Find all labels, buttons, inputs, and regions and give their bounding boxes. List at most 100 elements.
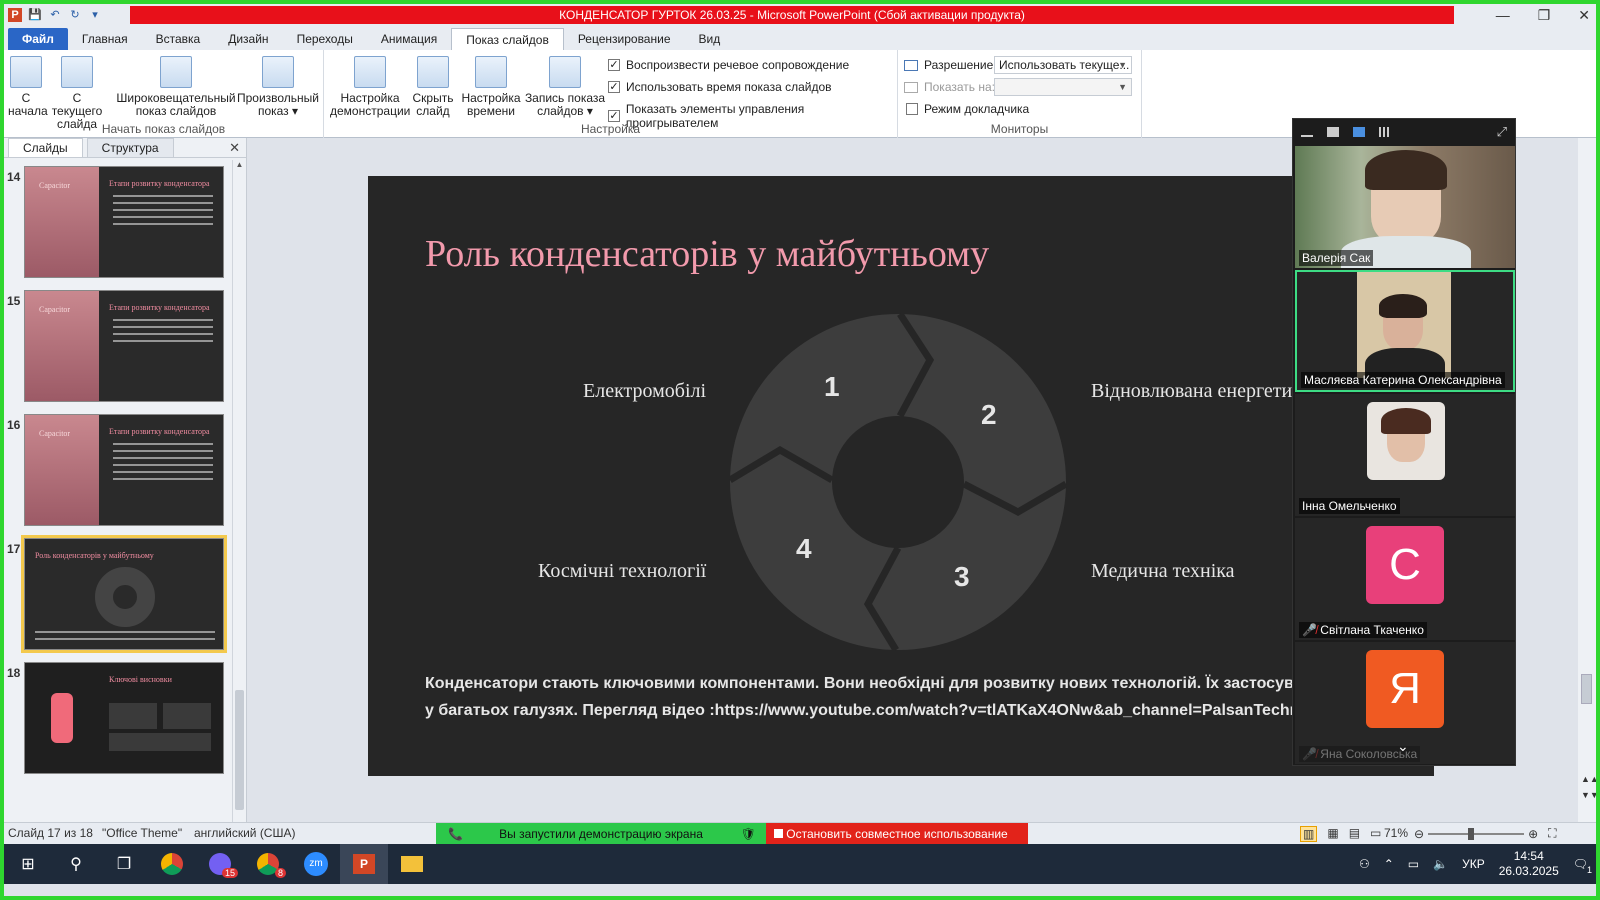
- use-timings-checkbox[interactable]: ✓ Использовать время показа слайдов: [608, 80, 832, 94]
- from-current-button[interactable]: С текущего слайда: [46, 54, 108, 131]
- presenter-view-checkbox[interactable]: Режим докладчика: [906, 102, 1029, 116]
- tab-animation[interactable]: Анимация: [367, 28, 451, 50]
- participant-tile[interactable]: С 🎤̸ Світлана Ткаченко: [1295, 518, 1515, 640]
- from-beginning-button[interactable]: С начала: [8, 54, 48, 118]
- scroll-up-icon[interactable]: ▲: [233, 160, 246, 169]
- chrome-icon[interactable]: [148, 844, 196, 884]
- resolution-value: Использовать текуще...: [999, 58, 1130, 72]
- zoom-slider[interactable]: ⊖ ⊕ ⛶: [1414, 826, 1557, 841]
- zoom-app-icon[interactable]: zm: [292, 844, 340, 884]
- powerpoint-taskbar-icon[interactable]: P: [340, 844, 388, 884]
- minimize-icon[interactable]: [1301, 135, 1313, 137]
- zoom-thumb[interactable]: [1468, 827, 1475, 840]
- file-explorer-icon[interactable]: [388, 844, 436, 884]
- search-icon[interactable]: ⚲: [52, 844, 100, 884]
- participant-tile[interactable]: Інна Омельченко: [1295, 394, 1515, 516]
- stop-share-button[interactable]: Остановить совместное использование: [766, 823, 1028, 845]
- windows-start-icon[interactable]: ⊞: [4, 844, 52, 884]
- label-renewable-energy[interactable]: Відновлювана енергетика: [1091, 380, 1311, 403]
- zoom-out-icon[interactable]: ⊖: [1414, 827, 1424, 841]
- minimize-button[interactable]: —: [1496, 7, 1510, 23]
- save-icon[interactable]: 💾: [28, 8, 42, 22]
- tab-file[interactable]: Файл: [8, 28, 68, 50]
- chrome-profile-icon[interactable]: 8: [244, 844, 292, 884]
- chevron-down-icon[interactable]: ⌄: [1397, 738, 1409, 755]
- custom-show-button[interactable]: Произвольный показ ▾: [236, 54, 320, 118]
- tab-view[interactable]: Вид: [685, 28, 735, 50]
- rehearse-timings-button[interactable]: Настройка времени: [460, 54, 522, 118]
- customize-qat-icon[interactable]: ▾: [88, 8, 102, 22]
- fit-slide-icon[interactable]: ⛶: [1548, 826, 1556, 841]
- tab-home[interactable]: Главная: [68, 28, 142, 50]
- language-indicator[interactable]: английский (США): [194, 826, 295, 840]
- show-on-select[interactable]: ▼: [994, 78, 1132, 96]
- slideshow-view-icon[interactable]: ▭: [1370, 826, 1381, 842]
- button-label: демонстрации: [330, 104, 411, 118]
- strip-view-icon[interactable]: [1353, 127, 1365, 137]
- chevron-up-icon[interactable]: ⌃: [1384, 857, 1394, 871]
- expand-icon[interactable]: ⤢: [1497, 124, 1507, 140]
- tab-slideshow[interactable]: Показ слайдов: [451, 28, 564, 50]
- narrations-checkbox[interactable]: ✓ Воспроизвести речевое сопровождение: [608, 58, 849, 72]
- muted-mic-icon: 🎤̸: [1302, 623, 1321, 637]
- resolution-select[interactable]: Использовать текуще... ▼: [994, 56, 1132, 74]
- cycle-diagram[interactable]: 1 2 3 4: [728, 312, 1068, 652]
- participant-tile-active-speaker[interactable]: Масляєва Катерина Олександрівна: [1295, 270, 1515, 392]
- tab-slides[interactable]: Слайды: [8, 138, 83, 157]
- redo-icon[interactable]: ↻: [68, 8, 82, 22]
- close-icon[interactable]: ✕: [229, 140, 240, 156]
- record-show-button[interactable]: Запись показа слайдов ▾: [524, 54, 606, 118]
- slide-thumbnail[interactable]: Capacitor Етапи розвитку конденсатора: [24, 290, 224, 402]
- label-electric-vehicles[interactable]: Електромобілі: [583, 380, 706, 403]
- close-button[interactable]: ✕: [1578, 7, 1590, 24]
- tab-outline[interactable]: Структура: [86, 138, 174, 157]
- zoom-track[interactable]: [1428, 827, 1525, 840]
- slide-thumbnail[interactable]: Capacitor Етапи розвитку конденсатора: [24, 414, 224, 526]
- task-view-icon[interactable]: ❐: [100, 844, 148, 884]
- slide-title[interactable]: Роль конденсаторів у майбутньому: [425, 232, 989, 276]
- tab-design[interactable]: Дизайн: [214, 28, 282, 50]
- slide-sorter-icon[interactable]: ▦: [1327, 826, 1338, 842]
- viber-icon[interactable]: 15: [196, 844, 244, 884]
- current-slide[interactable]: Роль конденсаторів у майбутньому 1 2 3 4…: [368, 176, 1434, 776]
- network-icon[interactable]: ▭: [1408, 857, 1419, 871]
- undo-icon[interactable]: ↶: [48, 8, 62, 22]
- restore-button[interactable]: ❐: [1538, 7, 1551, 24]
- participant-tile[interactable]: Я 🎤̸ Яна Соколовська ⌄: [1295, 642, 1515, 764]
- next-slide-icon[interactable]: ▼▼: [1581, 790, 1596, 800]
- zoom-level[interactable]: 71%: [1384, 826, 1408, 840]
- volume-icon[interactable]: 🔈: [1433, 857, 1448, 871]
- zoom-in-icon[interactable]: ⊕: [1528, 827, 1538, 841]
- label-space-tech[interactable]: Космічні технології: [538, 560, 706, 583]
- window-title: КОНДЕНСАТОР ГУРТОК 26.03.25 - Microsoft …: [130, 6, 1454, 24]
- tab-review[interactable]: Рецензирование: [564, 28, 685, 50]
- tab-transitions[interactable]: Переходы: [283, 28, 367, 50]
- people-icon[interactable]: ⚇: [1359, 857, 1370, 871]
- speaker-view-icon[interactable]: [1327, 127, 1339, 137]
- scroll-thumb[interactable]: [1581, 674, 1592, 704]
- scroll-thumb[interactable]: [235, 690, 244, 810]
- reading-view-icon[interactable]: ▤: [1349, 826, 1360, 842]
- clock[interactable]: 14:54 26.03.2025: [1499, 849, 1559, 879]
- hide-slide-button[interactable]: Скрыть слайд: [410, 54, 456, 118]
- resolution-label: Разрешение:: [924, 58, 997, 72]
- broadcast-button[interactable]: Широковещательный показ слайдов: [116, 54, 236, 118]
- gallery-view-icon[interactable]: [1379, 127, 1391, 137]
- normal-view-icon[interactable]: ▥: [1300, 826, 1318, 842]
- notifications-icon[interactable]: 🗨 1: [1573, 857, 1592, 875]
- label-medical-tech[interactable]: Медична техніка: [1091, 560, 1235, 583]
- slide-thumbnail-selected[interactable]: Роль конденсаторів у майбутньому: [21, 535, 227, 653]
- call-panel-toolbar: ⤢: [1293, 119, 1515, 145]
- slide-body-text[interactable]: Конденсатори стають ключовими компонента…: [425, 670, 1434, 724]
- view-buttons: ▥ ▦ ▤ ▭: [1300, 826, 1381, 842]
- language-indicator[interactable]: УКР: [1462, 857, 1485, 871]
- prev-slide-icon[interactable]: ▲▲: [1581, 774, 1596, 784]
- tab-insert[interactable]: Вставка: [142, 28, 215, 50]
- slide-thumbnail[interactable]: Capacitor Етапи розвитку конденсатора: [24, 166, 224, 278]
- participant-tile[interactable]: Валерія Сак: [1295, 146, 1515, 268]
- editor-scrollbar[interactable]: ▲▲ ▼▼: [1578, 138, 1596, 828]
- notification-badge: 8: [274, 868, 286, 878]
- setup-show-button[interactable]: Настройка демонстрации: [330, 54, 410, 118]
- slide-thumbnail[interactable]: Ключові висновки: [24, 662, 224, 774]
- thumbnail-scrollbar[interactable]: ▲: [232, 160, 246, 828]
